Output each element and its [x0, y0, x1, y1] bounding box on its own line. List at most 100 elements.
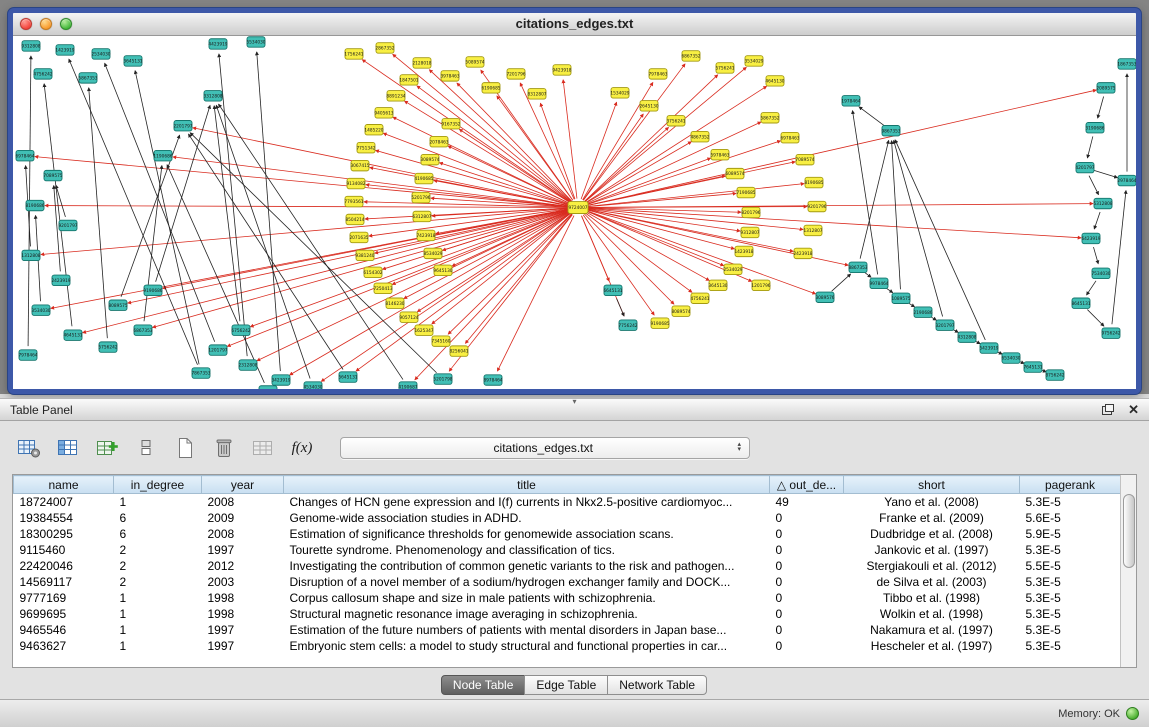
delete-button[interactable]: [209, 434, 239, 462]
new-file-button[interactable]: [170, 434, 200, 462]
close-panel-icon[interactable]: ✕: [1128, 403, 1139, 416]
panel-collapse-handle[interactable]: ▾: [572, 398, 576, 406]
graph-node[interactable]: 3756241: [666, 116, 685, 126]
table-scrollbar-thumb[interactable]: [1123, 494, 1135, 568]
graph-node[interactable]: 4423919: [208, 39, 227, 49]
graph-node[interactable]: 4756241: [690, 293, 709, 303]
column-header[interactable]: in_degree: [114, 476, 202, 494]
graph-node[interactable]: 9423918: [552, 65, 571, 75]
graph-node[interactable]: 2867352: [375, 43, 394, 53]
graph-node[interactable]: 2071635: [349, 232, 368, 242]
graph-node[interactable]: 8190685: [804, 177, 823, 187]
table-row[interactable]: 946362711997Embryonic stem cells: a mode…: [14, 638, 1121, 654]
create-column-button[interactable]: [92, 434, 122, 462]
graph-node[interactable]: 8089575: [108, 300, 127, 310]
graph-node[interactable]: 9190686: [143, 285, 162, 295]
graph-node[interactable]: 9312808: [21, 41, 40, 51]
graph-node[interactable]: 7645131: [1023, 362, 1042, 372]
graph-node[interactable]: 4190685: [414, 173, 433, 183]
graph-node[interactable]: 6867352: [681, 51, 700, 61]
graph-node[interactable]: 3089574: [420, 154, 439, 164]
table-source-dropdown[interactable]: citations_edges.txt ▴▾: [340, 437, 750, 459]
graph-node[interactable]: 9978464: [869, 278, 888, 288]
graph-node[interactable]: 5978463: [710, 149, 729, 159]
table-row[interactable]: 969969511998Structural magnetic resonanc…: [14, 606, 1121, 622]
table-scrollbar[interactable]: [1120, 475, 1136, 667]
graph-node[interactable]: 9381240: [355, 250, 374, 260]
graph-node[interactable]: 5645131: [338, 372, 357, 382]
graph-node[interactable]: 3067415: [350, 160, 369, 170]
graph-node[interactable]: 7867353: [191, 368, 210, 378]
graph-node[interactable]: 5423919: [979, 343, 998, 353]
column-header[interactable]: title: [284, 476, 770, 494]
graph-node[interactable]: 9312807: [740, 227, 759, 237]
tab-node-table[interactable]: Node Table: [441, 675, 526, 695]
graph-node[interactable]: 6534030: [1001, 353, 1020, 363]
graph-node[interactable]: 7089575: [43, 170, 62, 180]
table-row[interactable]: 1938455462009Genome-wide association stu…: [14, 510, 1121, 526]
graph-node[interactable]: 9201797: [58, 220, 77, 230]
graph-node[interactable]: 2190686: [913, 307, 932, 317]
graph-node[interactable]: 1534029: [610, 88, 629, 98]
column-header[interactable]: △ out_de...: [770, 476, 844, 494]
float-panel-icon[interactable]: [1102, 404, 1114, 415]
graph-node[interactable]: 5867353: [78, 73, 97, 83]
graph-node[interactable]: 9405613: [374, 108, 393, 118]
graph-node[interactable]: 3190686: [1085, 123, 1104, 133]
graph-node[interactable]: 1847501: [399, 75, 418, 85]
graph-node[interactable]: 5756242: [98, 342, 117, 352]
graph-node[interactable]: 1423918: [734, 246, 753, 256]
graph-node[interactable]: 4756242: [33, 69, 52, 79]
graph-node[interactable]: 4190687: [398, 382, 417, 389]
import-table-button[interactable]: [248, 434, 278, 462]
graph-node[interactable]: 1867353: [1117, 59, 1136, 69]
graph-node[interactable]: 2201797: [173, 121, 192, 131]
graph-node[interactable]: 8256041: [449, 346, 468, 356]
graph-node[interactable]: 6312807: [412, 211, 431, 221]
graph-node[interactable]: 7250413: [373, 283, 392, 293]
column-header[interactable]: name: [14, 476, 114, 494]
graph-node[interactable]: 5201796: [411, 192, 430, 202]
graph-node[interactable]: 7751342: [356, 142, 375, 152]
table-row[interactable]: 2242004622012Investigating the contribut…: [14, 558, 1121, 574]
graph-node[interactable]: 6645131: [603, 285, 622, 295]
graph-node[interactable]: 4645130: [765, 76, 784, 86]
memory-status-icon[interactable]: [1126, 707, 1139, 720]
graph-node[interactable]: 8867353: [848, 262, 867, 272]
graph-node[interactable]: 7978464: [18, 350, 37, 360]
graph-node[interactable]: 5867352: [760, 113, 779, 123]
table-row[interactable]: 1872400712008Changes of HCN gene express…: [14, 494, 1121, 511]
graph-node[interactable]: 4534030: [303, 382, 322, 389]
graph-node[interactable]: 8645131: [1071, 298, 1090, 308]
network-window-titlebar[interactable]: citations_edges.txt: [13, 13, 1136, 36]
graph-node[interactable]: 3534029: [744, 56, 763, 66]
graph-node[interactable]: 2978464: [1117, 175, 1136, 185]
graph-node[interactable]: 8312807: [527, 89, 546, 99]
graph-node[interactable]: 1423919: [55, 45, 74, 55]
graph-node[interactable]: 1756241: [344, 49, 363, 59]
function-builder-button[interactable]: f(x): [287, 434, 317, 462]
graph-node[interactable]: 2312808: [238, 360, 257, 370]
graph-node[interactable]: 9724007: [568, 202, 588, 214]
graph-node[interactable]: 6190685: [481, 83, 500, 93]
column-header[interactable]: short: [844, 476, 1020, 494]
graph-node[interactable]: 7756242: [618, 320, 637, 330]
network-canvas[interactable]: 9724007212801818475018891234940561314852…: [13, 36, 1136, 389]
graph-node[interactable]: 4201797: [1075, 162, 1094, 172]
graph-node[interactable]: 7534030: [1091, 268, 1110, 278]
table-row[interactable]: 946554611997Estimation of the future num…: [14, 622, 1121, 638]
graph-node[interactable]: 2534030: [91, 49, 110, 59]
graph-node[interactable]: 3978463: [440, 71, 459, 81]
graph-node[interactable]: 8891234: [386, 91, 405, 101]
row-options-button[interactable]: [131, 434, 161, 462]
graph-node[interactable]: 5201798: [433, 374, 452, 384]
graph-node[interactable]: 9134082: [346, 178, 365, 188]
graph-node[interactable]: 6978463: [780, 132, 799, 142]
graph-node[interactable]: 7345160: [431, 336, 450, 346]
graph-node[interactable]: 8089574: [671, 306, 690, 316]
graph-node[interactable]: 7190685: [736, 187, 755, 197]
tab-edge-table[interactable]: Edge Table: [524, 675, 608, 695]
graph-node[interactable]: 5312808: [1093, 198, 1112, 208]
graph-node[interactable]: 2128018: [412, 58, 431, 68]
graph-node[interactable]: 2423918: [793, 248, 812, 258]
